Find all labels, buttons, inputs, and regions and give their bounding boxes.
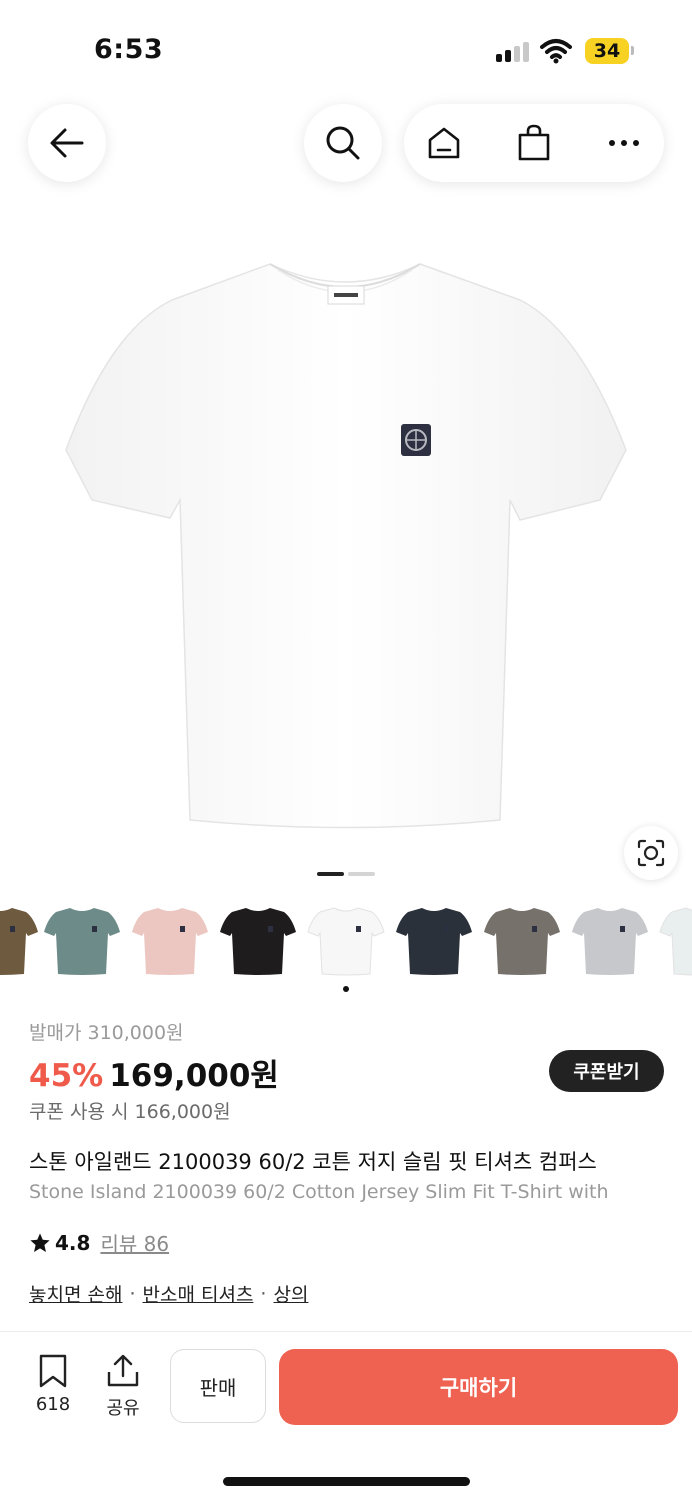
status-bar: 6:53 34	[0, 0, 692, 100]
wifi-icon	[540, 39, 572, 64]
category-tags: 놓치면 손해 · 반소매 티셔츠 · 상의	[29, 1280, 308, 1307]
nav-action-group	[404, 104, 664, 182]
product-title-english: Stone Island 2100039 60/2 Cotton Jersey …	[29, 1181, 609, 1203]
gallery-page-indicator	[348, 872, 375, 876]
share-label: 공유	[106, 1398, 140, 1419]
tag-separator: ·	[260, 1282, 267, 1305]
color-thumbnail-pink[interactable]	[130, 900, 210, 980]
search-button[interactable]	[304, 104, 382, 182]
thumbnail-position-dot	[343, 986, 349, 992]
tag-link[interactable]: 상의	[273, 1280, 308, 1307]
price-row: 45% 169,000원	[29, 1050, 279, 1094]
home-button[interactable]	[404, 104, 484, 182]
product-title-korean: 스톤 아일랜드 2100039 60/2 코튼 저지 슬림 핏 티셔츠 컴퍼스	[29, 1150, 597, 1174]
more-button[interactable]	[584, 104, 664, 182]
shopping-bag-icon	[518, 124, 550, 161]
search-icon	[326, 126, 360, 160]
bookmark-count: 618	[35, 1394, 71, 1415]
product-image[interactable]	[0, 200, 692, 860]
sell-button[interactable]: 판매	[170, 1349, 266, 1423]
battery-cap	[631, 46, 634, 55]
color-thumbnail-brown[interactable]	[0, 900, 40, 980]
rating-row: 4.8 리뷰 86	[29, 1228, 169, 1257]
battery-indicator: 34	[585, 38, 629, 64]
image-search-icon	[637, 839, 665, 867]
color-thumbnail-teal[interactable]	[42, 900, 122, 980]
color-thumbnail-light-grey[interactable]	[570, 900, 650, 980]
home-icon	[428, 127, 460, 159]
star-icon	[30, 1232, 50, 1252]
original-price: 발매가 310,000원	[29, 1022, 184, 1044]
cart-button[interactable]	[494, 104, 574, 182]
color-thumbnail-ice[interactable]	[658, 900, 692, 980]
color-thumbnail-navy[interactable]	[394, 900, 474, 980]
tag-link[interactable]: 놓치면 손해	[29, 1280, 122, 1307]
discount-rate: 45%	[29, 1058, 104, 1094]
tag-separator: ·	[129, 1282, 136, 1305]
sale-price: 169,000원	[109, 1058, 279, 1094]
color-thumbnail-white[interactable]	[306, 900, 386, 980]
color-thumbnail-strip[interactable]	[0, 900, 692, 980]
share-icon	[107, 1354, 139, 1387]
home-indicator	[223, 1477, 470, 1486]
share-button[interactable]: 공유	[93, 1354, 153, 1420]
review-link[interactable]: 리뷰 86	[100, 1228, 169, 1257]
coupon-price: 쿠폰 사용 시 166,000원	[29, 1101, 231, 1123]
color-thumbnail-dove-grey[interactable]	[482, 900, 562, 980]
rating-score: 4.8	[55, 1230, 91, 1255]
tag-link[interactable]: 반소매 티셔츠	[143, 1280, 254, 1307]
cellular-signal-icon	[496, 42, 532, 62]
status-time: 6:53	[94, 34, 164, 65]
arrow-left-icon	[50, 128, 84, 158]
gallery-page-indicator-active	[317, 872, 344, 876]
image-search-button[interactable]	[624, 826, 678, 880]
buy-button[interactable]: 구매하기	[279, 1349, 678, 1425]
back-button[interactable]	[28, 104, 106, 182]
color-thumbnail-black[interactable]	[218, 900, 298, 980]
bookmark-button[interactable]: 618	[23, 1354, 83, 1415]
get-coupon-button[interactable]: 쿠폰받기	[549, 1050, 664, 1092]
more-dots-icon	[609, 140, 639, 146]
bookmark-icon	[39, 1354, 67, 1388]
tshirt-illustration	[65, 263, 627, 829]
